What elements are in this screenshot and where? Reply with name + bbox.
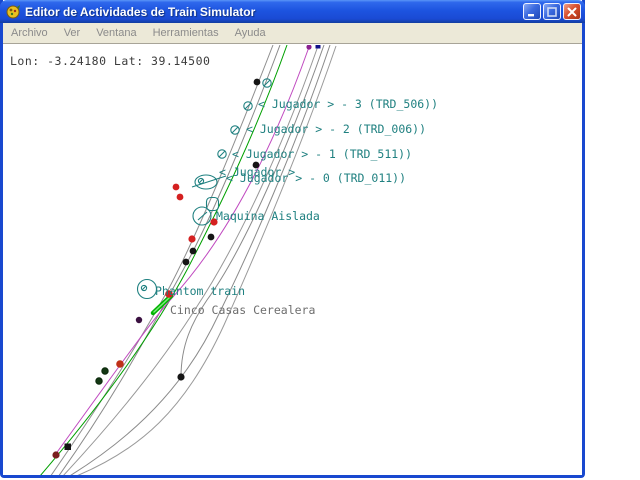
desktop: Editor de Actividades de Train Simulator	[0, 0, 640, 480]
buffer-end-dot	[177, 373, 184, 380]
label-jugador-2[interactable]: < Jugador > - 2 (TRD_006))	[246, 122, 426, 136]
minimize-icon	[526, 6, 538, 18]
close-icon	[566, 6, 578, 18]
track-line-gray-1	[50, 45, 273, 475]
red-dot	[188, 235, 195, 242]
black-square-dot	[65, 444, 72, 451]
red-dot	[177, 194, 184, 201]
window-title: Editor de Actividades de Train Simulator	[25, 5, 523, 19]
menu-archivo[interactable]: Archivo	[11, 27, 48, 39]
red-dot	[116, 360, 124, 368]
menu-herramientas[interactable]: Herramientas	[153, 27, 219, 39]
dark-red-dot	[52, 451, 59, 458]
purple-line-end-dot	[306, 45, 311, 50]
black-dot	[208, 234, 215, 241]
black-dot	[190, 248, 197, 255]
black-dot	[254, 79, 261, 86]
dark-purple-dot	[136, 317, 142, 323]
close-button[interactable]	[563, 3, 581, 20]
consist-markers	[138, 79, 272, 299]
dark-green-dot	[102, 368, 108, 374]
label-jugador-0[interactable]: < Jugador > - 0 (TRD_011))	[226, 171, 406, 185]
route-map-viewport[interactable]: Lon: -3.24180 Lat: 39.14500	[3, 44, 582, 475]
consist-marker-jugador1[interactable]	[218, 150, 226, 158]
lon-lat-readout: Lon: -3.24180 Lat: 39.14500	[10, 54, 210, 68]
app-window: Editor de Actividades de Train Simulator	[0, 0, 585, 478]
app-icon[interactable]	[5, 4, 21, 20]
consist-marker-jugador2[interactable]	[231, 126, 239, 134]
consist-marker-phantom[interactable]	[138, 280, 157, 299]
menu-ventana[interactable]: Ventana	[96, 27, 136, 39]
maximize-button[interactable]	[543, 3, 561, 20]
track-map-canvas[interactable]: < Jugador > - 3 (TRD_506)) < Jugador > -…	[3, 45, 582, 475]
label-cinco-casas-cerealera[interactable]: Cinco Casas Cerealera	[170, 303, 315, 317]
menu-ver[interactable]: Ver	[64, 27, 81, 39]
maximize-icon	[546, 6, 558, 18]
label-phantom-train[interactable]: Phantom train	[155, 284, 245, 298]
navy-square-dot	[316, 45, 321, 49]
menu-bar: Archivo Ver Ventana Herramientas Ayuda	[3, 23, 582, 44]
label-jugador-3[interactable]: < Jugador > - 3 (TRD_506))	[258, 97, 438, 111]
dark-green-dot	[96, 378, 102, 384]
black-dot	[183, 259, 190, 266]
menu-ayuda[interactable]: Ayuda	[235, 27, 266, 39]
label-maquina-aislada[interactable]: Maquina Aislada	[216, 209, 320, 223]
red-dot	[173, 184, 180, 191]
minimize-button[interactable]	[523, 3, 541, 20]
label-jugador-1[interactable]: < Jugador > - 1 (TRD_511))	[232, 147, 412, 161]
titlebar[interactable]: Editor de Actividades de Train Simulator	[0, 0, 585, 23]
